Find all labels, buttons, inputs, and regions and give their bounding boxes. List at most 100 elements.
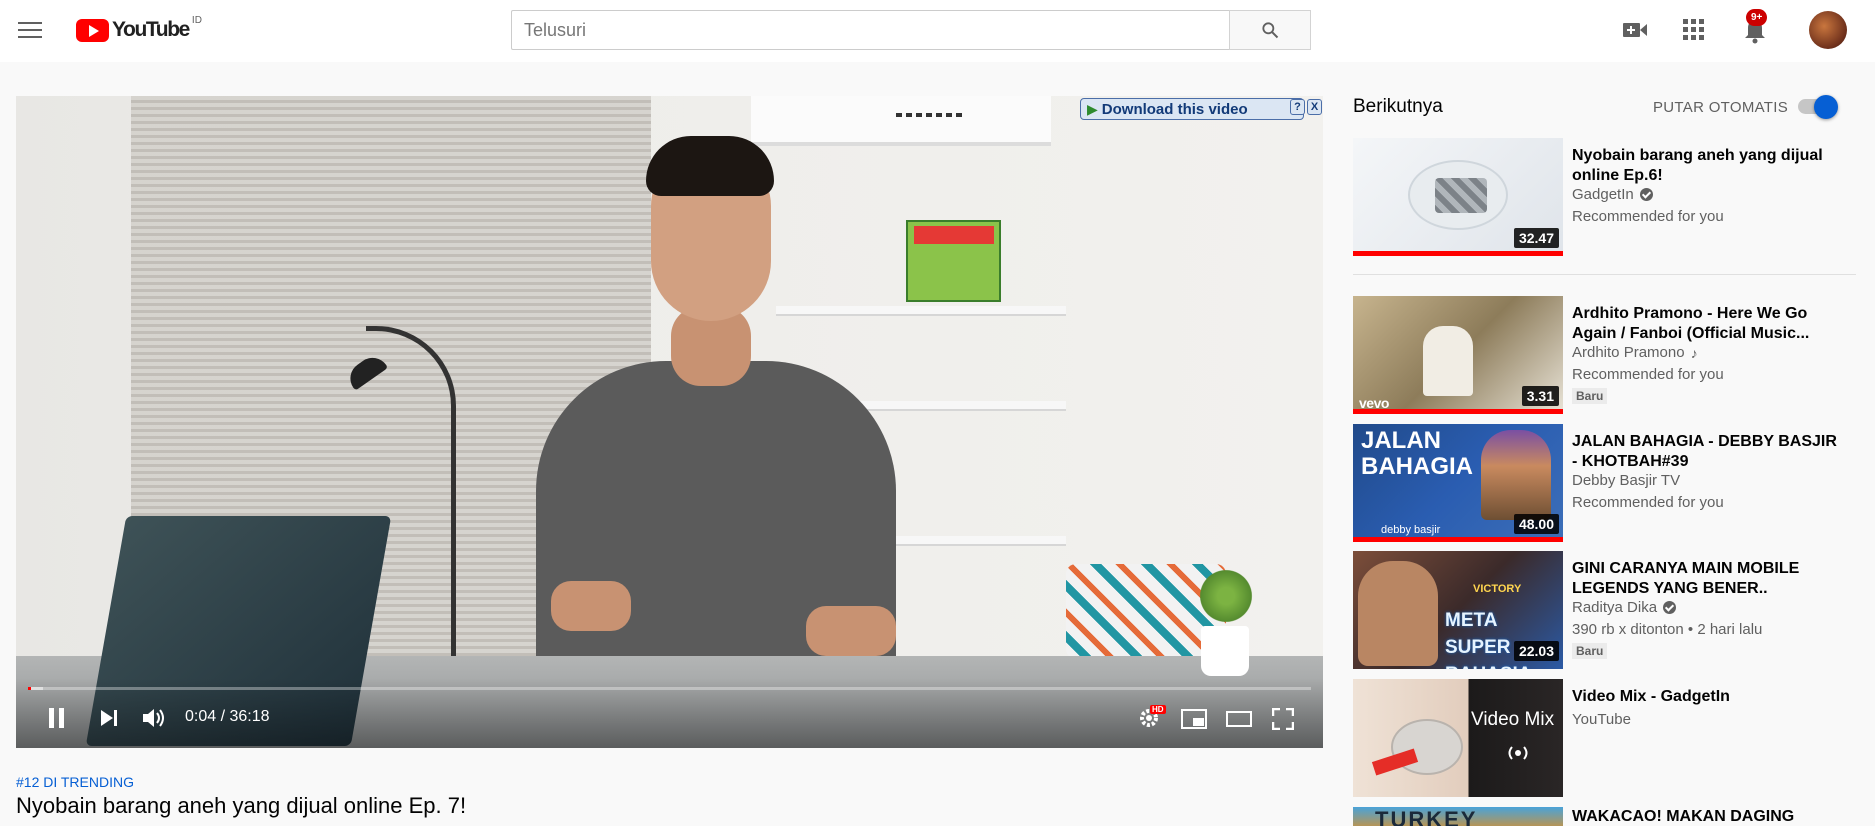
list-item[interactable]: Video Mix Video Mix - GadgetIn YouTube [1353, 679, 1856, 797]
video-thumbnail: 32.47 [1353, 138, 1563, 256]
video-thumbnail: VICTORY META SUPER RAHASIA 22.03 [1353, 551, 1563, 669]
channel-name-text: GadgetIn [1572, 186, 1634, 203]
video-scene-boardgame [906, 220, 1001, 302]
player-controls: 0:04 / 36:18 HD [16, 678, 1323, 748]
video-title: JALAN BAHAGIA - DEBBY BASJIR - KHOTBAH#3… [1572, 433, 1837, 470]
video-meta: Recommended for you [1572, 208, 1724, 225]
thumbnail-person [1358, 561, 1438, 666]
video-title: Nyobain barang aneh yang dijual online E… [1572, 147, 1823, 184]
channel-name: YouTube [1572, 711, 1631, 728]
volume-icon[interactable] [141, 707, 167, 729]
autoplay-label: PUTAR OTOMATIS [1653, 99, 1789, 116]
progress-played [28, 687, 31, 690]
channel-name: GadgetIn [1572, 186, 1653, 203]
list-item[interactable]: JALAN BAHAGIA debby basjir 48.00 JALAN B… [1353, 424, 1856, 542]
thumbnail-cubes [1435, 178, 1487, 213]
logo-text: YouTube [112, 18, 190, 41]
list-item[interactable]: VICTORY META SUPER RAHASIA 22.03 GINI CA… [1353, 551, 1856, 669]
download-close-button[interactable]: X [1307, 99, 1322, 115]
video-scene-ac-vent [896, 113, 966, 117]
search-icon [1262, 22, 1279, 39]
video-thumbnail: vevo 3.31 [1353, 296, 1563, 414]
channel-name: Ardhito Pramono ♪ [1572, 344, 1698, 361]
channel-name-text: Raditya Dika [1572, 599, 1658, 616]
play-triangle-icon: ▶ [1087, 100, 1098, 117]
video-title: Ardhito Pramono - Here We Go Again / Fan… [1572, 305, 1810, 342]
video-title: Nyobain barang aneh yang dijual online E… [16, 793, 467, 818]
download-help-button[interactable]: ? [1290, 99, 1305, 115]
video-title: WAKACAO! MAKAN DAGING [1572, 808, 1795, 825]
video-meta: 390 rb x ditonton • 2 hari lalu [1572, 621, 1763, 638]
apps-grid-icon[interactable] [1683, 19, 1705, 41]
duration-badge: 32.47 [1513, 228, 1559, 248]
video-title: GINI CARANYA MAIN MOBILE LEGENDS YANG BE… [1572, 560, 1800, 597]
menu-icon[interactable] [18, 19, 42, 39]
watched-progress [1353, 537, 1563, 542]
verified-icon [1639, 188, 1653, 201]
new-badge: Baru [1572, 643, 1608, 659]
trending-link[interactable]: #12 DI TRENDING [16, 774, 134, 790]
list-item[interactable]: TURKEY WAKACAO! MAKAN DAGING [1353, 807, 1856, 826]
watched-progress [1353, 409, 1563, 414]
video-scene-person-hair [646, 136, 774, 196]
video-title: Video Mix - GadgetIn [1572, 688, 1730, 705]
video-scene-shelf [776, 306, 1066, 316]
autoplay-toggle-knob [1814, 95, 1838, 119]
country-code: ID [191, 15, 202, 26]
fullscreen-icon[interactable] [1272, 708, 1294, 730]
video-thumbnail: JALAN BAHAGIA debby basjir 48.00 [1353, 424, 1563, 542]
video-scene-plant [1196, 566, 1256, 626]
mix-label: Video Mix [1471, 709, 1555, 730]
channel-name: Debby Basjir TV [1572, 472, 1681, 489]
duration-badge: 22.03 [1513, 641, 1559, 661]
channel-name: Raditya Dika [1572, 599, 1677, 616]
thumbnail-title: TURKEY [1375, 807, 1478, 826]
search-input[interactable] [511, 10, 1229, 50]
thumbnail-person [1423, 326, 1473, 396]
download-video-button[interactable]: ▶ Download this video [1080, 98, 1304, 120]
video-scene-person-hand [806, 606, 896, 656]
video-meta: Recommended for you [1572, 366, 1724, 383]
video-scene-person-hand [551, 581, 631, 631]
video-thumbnail: TURKEY [1353, 807, 1563, 826]
video-thumbnail: Video Mix [1353, 679, 1563, 797]
video-scene-ac [751, 96, 1051, 146]
watched-progress [1353, 251, 1563, 256]
video-player[interactable]: ▶ Download this video ? X 0:04 / 36:18 H… [16, 96, 1323, 748]
progress-bar[interactable] [28, 687, 1311, 690]
pause-icon[interactable] [46, 706, 68, 730]
theater-mode-icon[interactable] [1226, 710, 1252, 728]
thumbnail-title: JALAN BAHAGIA [1361, 427, 1473, 480]
time-display: 0:04 / 36:18 [185, 708, 270, 725]
verified-icon [1663, 601, 1677, 614]
thumbnail-victory: VICTORY [1473, 583, 1522, 595]
video-scene-pot [1201, 626, 1249, 676]
account-avatar[interactable] [1809, 11, 1847, 49]
duration-badge: 48.00 [1513, 514, 1559, 534]
youtube-logo[interactable]: YouTube ID [76, 15, 202, 43]
download-label: Download this video [1101, 100, 1248, 118]
video-meta: Recommended for you [1572, 494, 1724, 511]
hd-badge: HD [1150, 705, 1166, 714]
next-video-icon[interactable] [99, 709, 119, 727]
duration-badge: 3.31 [1521, 386, 1559, 406]
thumbnail-subtitle: debby basjir [1381, 524, 1441, 536]
masthead: YouTube ID 9+ [0, 0, 1875, 62]
mix-broadcast-icon [1508, 746, 1528, 760]
channel-name-text: Ardhito Pramono [1572, 344, 1685, 361]
thumbnail-person [1481, 430, 1551, 520]
list-item[interactable]: 32.47 Nyobain barang aneh yang dijual on… [1353, 138, 1856, 256]
list-item[interactable]: vevo 3.31 Ardhito Pramono - Here We Go A… [1353, 296, 1856, 414]
notification-count-badge: 9+ [1746, 9, 1768, 26]
create-video-icon[interactable] [1622, 20, 1648, 40]
music-note-icon: ♪ [1690, 344, 1698, 361]
miniplayer-icon[interactable] [1181, 709, 1207, 729]
youtube-play-icon [76, 18, 109, 42]
search-button[interactable] [1229, 10, 1311, 50]
divider [1353, 274, 1856, 275]
video-scene-lamp [366, 326, 456, 666]
new-badge: Baru [1572, 388, 1608, 404]
autoplay-toggle[interactable] [1798, 95, 1838, 119]
up-next-heading: Berikutnya [1353, 96, 1443, 117]
search-box [511, 10, 1311, 50]
